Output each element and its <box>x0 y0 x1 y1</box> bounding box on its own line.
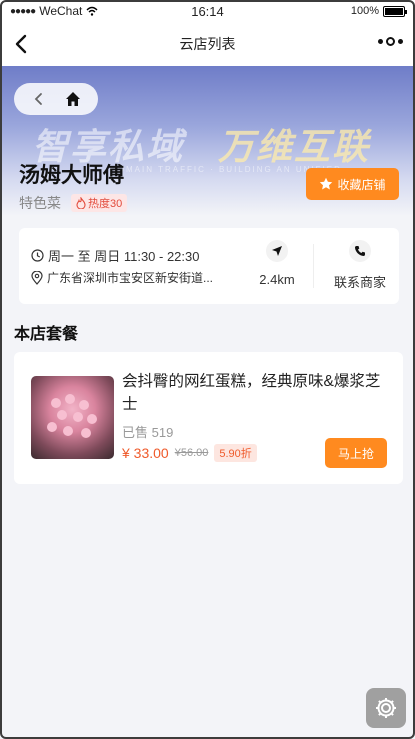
product-sold-count: 已售 519 <box>122 425 174 440</box>
carrier-label: WeChat <box>39 4 83 18</box>
shop-name: 汤姆大师傅 <box>19 164 124 187</box>
shop-meta: 特色菜 热度30 <box>19 193 128 213</box>
contact-label: 联系商家 <box>333 275 386 290</box>
nav-capsule <box>14 83 98 115</box>
status-right: 100% <box>255 5 407 17</box>
distance-label: 2.4km <box>259 272 295 287</box>
buy-now-button[interactable]: 马上抢 <box>325 438 387 468</box>
battery-fill <box>385 7 403 15</box>
hours-text: 周一 至 周日 11:30 - 22:30 <box>48 249 200 264</box>
favorite-label: 收藏店铺 <box>337 177 386 192</box>
price-row: ¥ 33.00 ¥56.00 5.90折 <box>122 444 257 462</box>
back-icon[interactable] <box>10 32 34 56</box>
product-card[interactable]: 会抖臀的网红蛋糕，经典原味&爆浆芝士 已售 519 ¥ 33.00 ¥56.00… <box>14 352 403 484</box>
divider <box>313 244 314 288</box>
contact-merchant-button[interactable]: 联系商家 <box>325 240 395 291</box>
settings-float-button[interactable] <box>366 688 406 728</box>
shop-category: 特色菜 <box>19 195 61 211</box>
product-image <box>31 376 114 459</box>
status-bar: ●●●●● WeChat 16:14 100% <box>0 0 415 22</box>
battery-percent: 100% <box>350 5 379 17</box>
favorite-shop-button[interactable]: 收藏店铺 <box>306 168 399 200</box>
banner-text-right: 万维互联 <box>218 126 371 167</box>
home-icon[interactable] <box>64 90 82 108</box>
flame-icon <box>76 197 86 209</box>
more-dot <box>378 39 383 44</box>
capsule-back-icon[interactable] <box>31 91 47 107</box>
shop-info-card: 周一 至 周日 11:30 - 22:30 广东省深圳市宝安区新安街道... 2… <box>19 228 399 304</box>
wifi-icon <box>86 6 98 16</box>
status-time: 16:14 <box>191 3 224 19</box>
heat-label: 热度30 <box>88 198 123 210</box>
status-left: ●●●●● WeChat <box>10 4 160 18</box>
location-icon <box>31 270 43 285</box>
signal-icon: ●●●●● <box>10 5 36 17</box>
opening-hours: 周一 至 周日 11:30 - 22:30 <box>31 246 200 265</box>
section-title: 本店套餐 <box>14 326 79 343</box>
navigation-icon <box>266 240 288 262</box>
star-icon <box>320 177 333 190</box>
heat-badge: 热度30 <box>71 194 128 212</box>
discount-badge: 5.90折 <box>214 444 257 462</box>
navigate-button[interactable]: 2.4km <box>247 240 307 287</box>
product-title: 会抖臀的网红蛋糕，经典原味&爆浆芝士 <box>122 373 381 413</box>
nav-title: 云店列表 <box>179 36 236 52</box>
nav-bar: 云店列表 <box>0 22 415 66</box>
shop-address[interactable]: 广东省深圳市宝安区新安街道... <box>31 269 213 286</box>
address-text: 广东省深圳市宝安区新安街道... <box>47 271 214 285</box>
clock-icon <box>31 249 44 262</box>
more-dot-center <box>386 37 395 46</box>
gear-icon <box>376 698 396 718</box>
more-dot <box>398 39 403 44</box>
original-price: ¥56.00 <box>174 447 209 459</box>
more-icon[interactable] <box>378 37 403 46</box>
phone-icon <box>349 240 371 262</box>
product-price: ¥ 33.00 <box>122 445 169 461</box>
battery-icon <box>383 5 407 17</box>
